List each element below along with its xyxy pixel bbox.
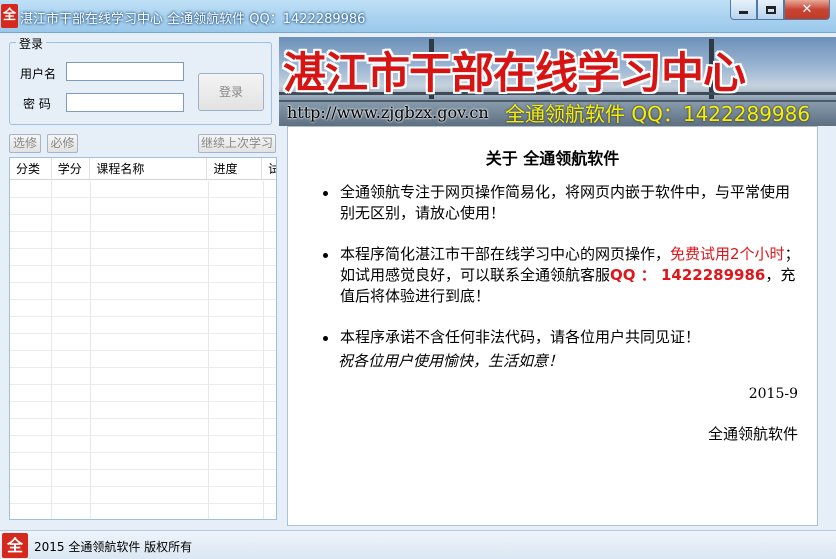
banner-promo: 全通领航软件 QQ：1422289986 (505, 102, 811, 126)
about-item-text: 本程序承诺不含任何非法代码，请各位用户共同见证！ (340, 328, 701, 346)
column-header-trial[interactable]: 试 (262, 158, 276, 179)
status-logo-icon: 全 (2, 533, 28, 558)
status-bar: 全 2015 全通领航软件 版权所有 (0, 530, 836, 559)
about-item-text: 全通领航专注于网页操作简易化，将网页内嵌于软件中，与平常使用别无区别，请放心使用… (340, 183, 791, 222)
about-item: 本程序简化湛江市干部在线学习中心的网页操作，免费试用2个小时；如试用感觉良好，可… (312, 244, 802, 307)
bullet-icon (323, 191, 328, 196)
about-title: 关于 全通领航软件 (485, 149, 620, 168)
banner-url: http://www.zjgbzx.gov.cn (287, 103, 489, 122)
close-icon: ✕ (801, 2, 813, 17)
username-input[interactable] (66, 62, 184, 81)
column-header-category[interactable]: 分类 (10, 158, 52, 179)
password-label: 密 码 (23, 97, 51, 111)
banner-title: 湛江市干部在线学习中心 (283, 49, 746, 99)
about-item: 本程序承诺不含任何非法代码，请各位用户共同见证！ (312, 327, 802, 348)
login-group: 登录 用户名 密 码 登录 (9, 35, 272, 125)
course-list-body (10, 181, 276, 519)
maximize-button[interactable] (757, 0, 784, 20)
column-header-progress[interactable]: 进度 (207, 158, 263, 179)
elective-button[interactable]: 选修 (9, 134, 41, 153)
course-list[interactable]: 分类 学分 课程名称 进度 试 (9, 157, 277, 520)
support-qq-text: QQ ： 1422289986 (610, 266, 766, 284)
login-group-label: 登录 (16, 35, 47, 52)
bullet-icon (323, 253, 328, 258)
about-item-text: 本程序简化湛江市干部在线学习中心的网页操作， (340, 245, 671, 263)
required-button[interactable]: 必修 (47, 134, 78, 153)
about-item: 全通领航专注于网页操作简易化，将网页内嵌于软件中，与平常使用别无区别，请放心使用… (312, 182, 802, 224)
username-label: 用户名 (20, 67, 57, 81)
site-banner: 湛江市干部在线学习中心 http://www.zjgbzx.gov.cn 全通领… (279, 37, 836, 126)
maximize-icon (765, 5, 776, 14)
about-company: 全通领航软件 (707, 425, 798, 443)
column-header-course-name[interactable]: 课程名称 (90, 158, 208, 179)
bullet-icon (323, 336, 328, 341)
close-button[interactable]: ✕ (784, 0, 830, 20)
minimize-icon (739, 11, 748, 14)
title-bar: 全 湛江市干部在线学习中心 全通领航软件 QQ：1422289986 ✕ (0, 0, 836, 33)
continue-study-button[interactable]: 继续上次学习 (198, 134, 276, 153)
course-list-header: 分类 学分 课程名称 进度 试 (10, 158, 276, 180)
right-edge (818, 126, 836, 526)
app-logo-icon: 全 (1, 4, 18, 28)
about-wish: 祝各位用户使用愉快，生活如意！ (338, 352, 564, 370)
window-controls: ✕ (730, 0, 830, 20)
about-list: 全通领航专注于网页操作简易化，将网页内嵌于软件中，与平常使用别无区别，请放心使用… (312, 182, 802, 368)
minimize-button[interactable] (730, 0, 757, 20)
column-header-credit[interactable]: 学分 (52, 158, 91, 179)
copyright-text: 2015 全通领航软件 版权所有 (34, 540, 193, 554)
password-input[interactable] (66, 93, 184, 112)
about-panel: 关于 全通领航软件 全通领航专注于网页操作简易化，将网页内嵌于软件中，与平常使用… (287, 126, 818, 526)
free-trial-text: 免费试用2个小时 (670, 245, 785, 263)
window-title: 湛江市干部在线学习中心 全通领航软件 QQ：1422289986 (20, 12, 366, 27)
login-button[interactable]: 登录 (198, 73, 264, 111)
about-date: 2015-9 (748, 386, 798, 402)
